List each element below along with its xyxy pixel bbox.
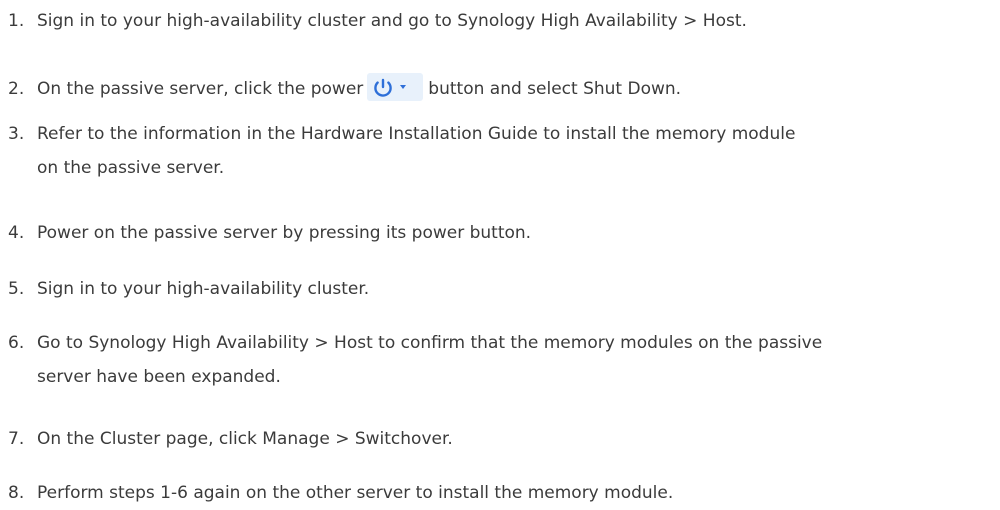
step-3: 3. Refer to the information in the Hardw… xyxy=(8,117,993,185)
step-text-line-2: on the passive server. xyxy=(37,158,225,178)
caret-down-icon xyxy=(400,85,407,89)
step-text-after: button and select Shut Down. xyxy=(428,79,682,99)
power-button-icon xyxy=(367,73,424,101)
step-text: On the passive server, click the power bu… xyxy=(37,72,993,106)
step-text-before: On the passive server, click the power xyxy=(37,79,364,99)
step-number: 1. xyxy=(8,11,25,31)
step-6: 6. Go to Synology High Availability > Ho… xyxy=(8,326,993,394)
step-text-line-2: server have been expanded. xyxy=(37,367,281,387)
step-text: Power on the passive server by pressing … xyxy=(37,223,532,243)
step-number: 7. xyxy=(8,429,25,449)
step-number: 4. xyxy=(8,223,25,243)
step-7: 7. On the Cluster page, click Manage > S… xyxy=(8,422,993,456)
step-number: 8. xyxy=(8,483,25,503)
step-number: 3. xyxy=(8,124,25,144)
step-text: Sign in to your high-availability cluste… xyxy=(37,11,747,31)
step-text: Perform steps 1-6 again on the other ser… xyxy=(37,483,674,503)
step-text: On the Cluster page, click Manage > Swit… xyxy=(37,429,453,449)
step-text-line-1: Go to Synology High Availability > Host … xyxy=(37,333,823,353)
step-8: 8. Perform steps 1-6 again on the other … xyxy=(8,476,993,510)
power-icon xyxy=(374,78,407,97)
step-number: 2. xyxy=(8,79,25,99)
step-4: 4. Power on the passive server by pressi… xyxy=(8,216,993,250)
step-1: 1. Sign in to your high-availability clu… xyxy=(8,4,993,38)
step-5: 5. Sign in to your high-availability clu… xyxy=(8,272,993,306)
step-number: 5. xyxy=(8,279,25,299)
step-number: 6. xyxy=(8,333,25,353)
step-text-line-1: Refer to the information in the Hardware… xyxy=(37,124,796,144)
step-text: Sign in to your high-availability cluste… xyxy=(37,279,370,299)
step-2: 2. On the passive server, click the powe… xyxy=(8,72,993,106)
